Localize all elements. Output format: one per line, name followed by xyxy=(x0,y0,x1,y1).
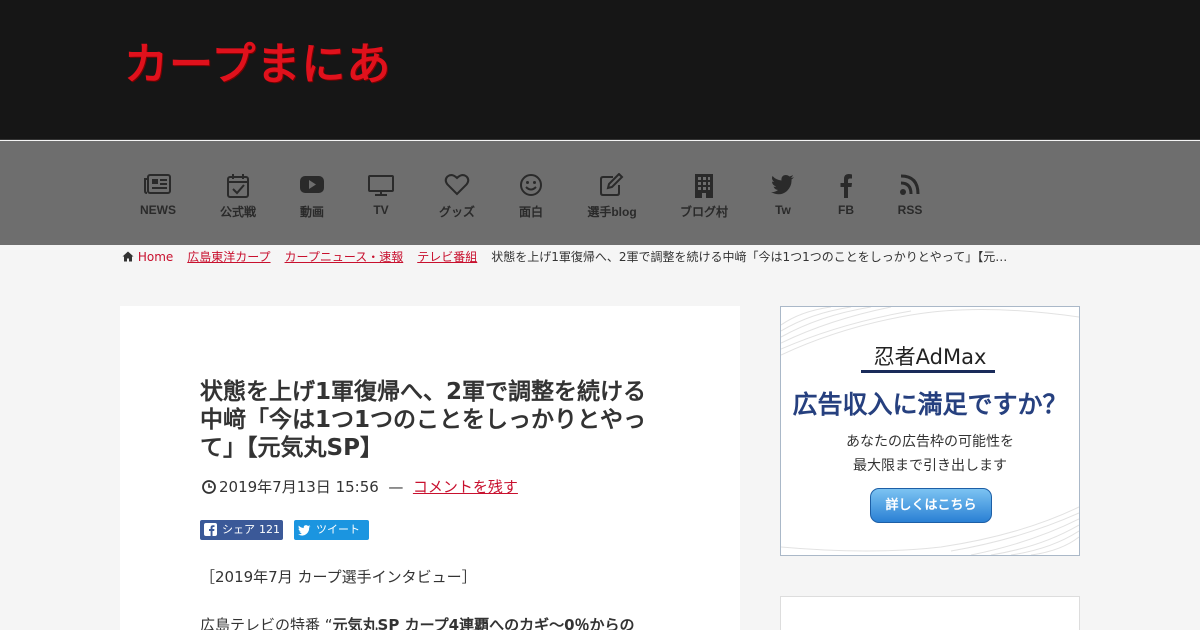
nav-label: FB xyxy=(838,203,854,217)
nav-label: Tw xyxy=(775,203,791,217)
site-header: カープまにあ xyxy=(0,0,1200,140)
ad-brand-underline xyxy=(861,370,995,373)
nav-item-tv[interactable]: TV xyxy=(367,173,395,217)
newspaper-icon xyxy=(140,173,176,197)
nav-item-facebook[interactable]: FB xyxy=(836,173,856,217)
tv-icon xyxy=(367,173,395,197)
ad-text: 最大限まで引き出します xyxy=(853,458,1007,474)
youtube-icon xyxy=(298,173,326,197)
nav-label: RSS xyxy=(897,203,923,217)
edit-icon xyxy=(586,173,638,197)
facebook-icon xyxy=(204,523,217,543)
nav-label: 動画 xyxy=(299,205,324,219)
facebook-icon xyxy=(836,173,856,198)
main-nav: NEWS 公式戦 動画 TV グッズ 面白 選手blog ブログ村 Tw FB … xyxy=(0,141,1200,245)
article-card: 状態を上げ1軍復帰へ、2軍で調整を続ける中﨑「今は1つ1つのことをしっかりとやっ… xyxy=(120,306,740,630)
breadcrumb-link[interactable]: テレビ番組 xyxy=(417,250,477,264)
smile-icon xyxy=(518,173,544,197)
meta-separator: — xyxy=(388,478,404,496)
tweet-button[interactable]: ツイート xyxy=(294,520,369,540)
nav-item-games[interactable]: 公式戦 xyxy=(218,173,258,219)
ad-headline: 広告収入に満足ですか？ xyxy=(792,390,1068,419)
article-meta: 2019年7月13日 15:56 — コメントを残す xyxy=(202,476,518,498)
breadcrumb-link[interactable]: 広島東洋カープ xyxy=(187,250,270,264)
twitter-icon xyxy=(771,173,795,197)
paragraph-text: 広島テレビの特番 “ xyxy=(200,616,333,630)
nav-item-blog-village[interactable]: ブログ村 xyxy=(680,173,729,219)
ad-brand: 忍者AdMax xyxy=(873,345,987,369)
nav-item-player-blog[interactable]: 選手blog xyxy=(586,173,638,219)
post-date: 2019年7月13日 15:56 xyxy=(219,478,379,496)
heart-icon xyxy=(439,173,475,197)
paragraph-bold-text: 元気丸SP カープ4連覇へのカギ～0％からの xyxy=(332,616,635,630)
nav-label: グッズ xyxy=(439,205,476,219)
sidebar-widget xyxy=(780,596,1080,630)
facebook-share-label: シェア xyxy=(222,523,255,536)
nav-label: NEWS xyxy=(140,203,176,217)
ad-text: あなたの広告枠の可能性を xyxy=(846,434,1014,450)
sidebar-ad-banner[interactable]: 忍者AdMax 広告収入に満足ですか？ あなたの広告枠の可能性を 最大限まで引き… xyxy=(780,306,1080,556)
building-icon xyxy=(680,173,728,198)
site-logo[interactable]: カープまにあ xyxy=(124,28,391,92)
nav-item-rss[interactable]: RSS xyxy=(897,173,923,217)
nav-item-video[interactable]: 動画 xyxy=(298,173,326,219)
twitter-icon xyxy=(298,523,311,543)
nav-item-funny[interactable]: 面白 xyxy=(518,173,544,219)
breadcrumb-link[interactable]: カープニュース・速報 xyxy=(285,250,404,264)
comment-link[interactable]: コメントを残す xyxy=(413,478,518,496)
nav-label: TV xyxy=(373,203,389,217)
nav-item-goods[interactable]: グッズ xyxy=(439,173,476,219)
article-title: 状態を上げ1軍復帰へ、2軍で調整を続ける中﨑「今は1つ1つのことをしっかりとやっ… xyxy=(200,379,647,461)
facebook-share-button[interactable]: シェア 121 xyxy=(200,520,283,540)
article-paragraph: ［2019年7月 カープ選手インタビュー］ xyxy=(200,568,477,586)
nav-label: 選手blog xyxy=(587,205,637,219)
nav-label: ブログ村 xyxy=(680,205,729,219)
breadcrumb: Home 広島東洋カープ カープニュース・速報 テレビ番組 状態を上げ1軍復帰へ、2軍で… xyxy=(122,248,1082,266)
breadcrumb-current: 状態を上げ1軍復帰へ、2軍で調整を続ける中﨑「今は1つ1つのことをしっかりとやっ… xyxy=(491,250,1008,264)
nav-label: 面白 xyxy=(518,205,543,219)
ad-details-button[interactable]: 詳しくはこちら xyxy=(870,488,992,523)
article-paragraph: 広島テレビの特番 “元気丸SP カープ4連覇へのカギ～0％からの xyxy=(200,614,635,630)
nav-item-news[interactable]: NEWS xyxy=(140,173,176,217)
rss-icon xyxy=(897,173,923,197)
facebook-share-count: 121 xyxy=(259,523,280,536)
calendar-check-icon xyxy=(218,173,258,198)
tweet-label: ツイート xyxy=(316,523,360,536)
nav-item-twitter[interactable]: Tw xyxy=(771,173,795,217)
home-icon xyxy=(122,250,134,264)
breadcrumb-home-link[interactable]: Home xyxy=(138,250,173,264)
clock-icon xyxy=(202,480,216,498)
nav-label: 公式戦 xyxy=(219,205,256,219)
